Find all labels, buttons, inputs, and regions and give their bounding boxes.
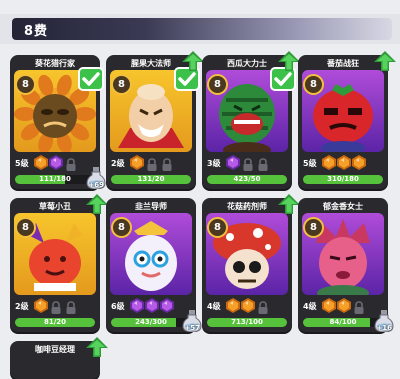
lock-icon [161, 156, 173, 171]
card-level: 5级 [303, 159, 317, 168]
orange-gem-icon [34, 155, 48, 170]
progress-text: 81/20 [43, 318, 67, 326]
progress-text: 84/100 [329, 318, 357, 326]
card-level: 6级 [111, 302, 125, 311]
upgrade-arrow-icon[interactable] [374, 51, 396, 71]
cost-badge: 8 [207, 217, 228, 238]
progress-bar: 81/20 [15, 318, 95, 327]
hero-card[interactable]: 番茄战狂 8 5级 310/180 [298, 55, 388, 189]
progress-bar: 423/50 [207, 175, 287, 184]
progress-bar: 84/100 [303, 318, 383, 327]
cost-badge: 8 [207, 74, 228, 95]
progress-text: 131/20 [137, 175, 165, 183]
lock-icon [257, 156, 269, 171]
cost-badge: 8 [15, 217, 36, 238]
lock-icon [65, 156, 77, 171]
lock-icon [65, 299, 77, 314]
progress-text: 713/100 [231, 318, 263, 326]
card-name: 郁金香女士 [323, 202, 363, 211]
card-stats: 5级 [298, 155, 388, 173]
orange-gem-icon [337, 155, 351, 170]
orange-gem-icon [352, 155, 366, 170]
potion-count: +16 [376, 324, 392, 332]
purple-gem-icon [145, 298, 159, 313]
card-level: 5级 [15, 159, 29, 168]
upgrade-arrow-icon[interactable] [86, 194, 108, 214]
cost-badge: 8 [303, 74, 324, 95]
card-level: 2级 [15, 302, 29, 311]
lock-icon [257, 299, 269, 314]
upgrade-arrow-icon[interactable] [278, 51, 300, 71]
orange-gem-icon [322, 155, 336, 170]
card-stats: 2级 [106, 155, 196, 173]
progress-text: 310/180 [327, 175, 359, 183]
upgrade-arrow-icon[interactable] [182, 51, 204, 71]
card-name: 韭兰导师 [135, 202, 167, 211]
progress-text: 243/300 [135, 318, 167, 326]
orange-gem-icon [337, 298, 351, 313]
progress-text: 423/50 [233, 175, 261, 183]
card-level: 4级 [207, 302, 221, 311]
orange-gem-icon [130, 155, 144, 170]
upgrade-arrow-icon[interactable] [278, 194, 300, 214]
progress-bar: 713/100 [207, 318, 287, 327]
lock-icon [353, 299, 365, 314]
cost-tier-header: 8费 [0, 14, 400, 44]
potion-count: +69 [88, 181, 104, 189]
lock-icon [50, 299, 62, 314]
progress-bar: 243/300 [111, 318, 191, 327]
progress-bar: 310/180 [303, 175, 383, 184]
card-level: 3级 [207, 159, 221, 168]
purple-gem-icon [130, 298, 144, 313]
orange-gem-icon [226, 298, 240, 313]
card-level: 4级 [303, 302, 317, 311]
purple-gem-icon [49, 155, 63, 170]
card-level: 2级 [111, 159, 125, 168]
hero-card[interactable]: 腥果大法师 8 2级 131/20 [106, 55, 200, 189]
hero-card[interactable]: 草莓小丑 8 2级 81/20 [10, 198, 100, 332]
cost-badge: 8 [15, 74, 36, 95]
progress-bar: 111/180 [15, 175, 95, 184]
progress-text: 111/180 [39, 175, 71, 183]
lock-icon [242, 156, 254, 171]
orange-gem-icon [322, 298, 336, 313]
card-stats: 4级 [202, 298, 292, 316]
potion-count: +57 [184, 324, 200, 332]
purple-gem-icon [226, 155, 240, 170]
cost-badge: 8 [111, 74, 132, 95]
card-stats: 3级 [202, 155, 292, 173]
lock-icon [146, 156, 158, 171]
progress-bar: 131/20 [111, 175, 191, 184]
upgrade-arrow-icon[interactable] [86, 337, 108, 357]
hero-card[interactable]: 韭兰导师 8 6级 243/300 +57 [106, 198, 202, 333]
hero-card[interactable]: 葵花猎行家 8 5级 111/180 +69 [10, 55, 106, 190]
cost-badge: 8 [111, 217, 132, 238]
cost-badge: 8 [303, 217, 324, 238]
check-icon [78, 67, 104, 91]
orange-gem-icon [241, 298, 255, 313]
header-bar: 8费 [12, 18, 392, 40]
card-stats: 2级 [10, 298, 100, 316]
hero-card[interactable]: 花菇药剂师 8 4级 713/100 [202, 198, 292, 332]
purple-gem-icon [160, 298, 174, 313]
hero-card[interactable]: 郁金香女士 8 4级 84/100 +16 [298, 198, 394, 333]
hero-card[interactable]: 西瓜大力士 8 3级 423/50 [202, 55, 296, 189]
cost-tier-title: 8费 [24, 24, 49, 39]
orange-gem-icon [34, 298, 48, 313]
